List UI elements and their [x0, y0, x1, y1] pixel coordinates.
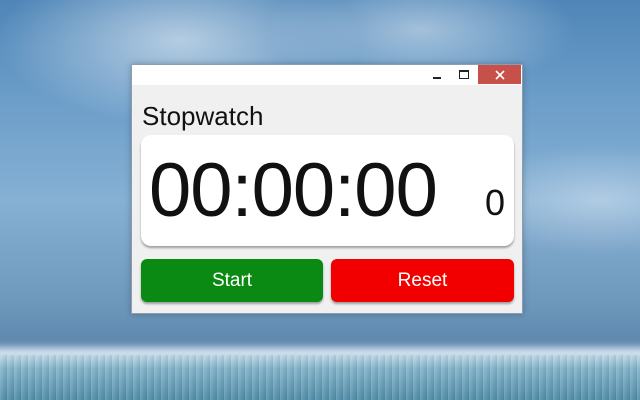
stopwatch-window: Stopwatch 00:00:00 0 Start Reset — [131, 64, 523, 314]
maximize-button[interactable] — [450, 65, 478, 84]
reset-button[interactable]: Reset — [331, 259, 514, 302]
desktop-background: Stopwatch 00:00:00 0 Start Reset — [0, 0, 640, 400]
elapsed-time: 00:00:00 — [149, 148, 438, 233]
sea — [0, 355, 640, 400]
minimize-icon — [433, 76, 441, 79]
sub-counter: 0 — [485, 182, 506, 223]
start-button[interactable]: Start — [141, 259, 323, 302]
minimize-button[interactable] — [424, 65, 450, 84]
close-icon — [494, 69, 505, 80]
title-bar[interactable] — [132, 65, 522, 85]
close-button[interactable] — [478, 65, 521, 84]
maximize-icon — [459, 70, 469, 79]
app-title: Stopwatch — [142, 101, 264, 131]
time-display-panel: 00:00:00 0 — [141, 135, 514, 246]
